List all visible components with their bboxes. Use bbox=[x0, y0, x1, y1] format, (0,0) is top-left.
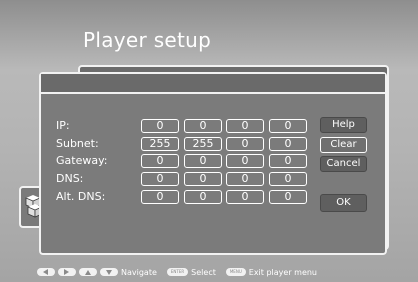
subnet-octet-4[interactable]: 0 bbox=[269, 137, 307, 151]
ok-button[interactable]: OK bbox=[320, 194, 367, 212]
gateway-label: Gateway: bbox=[56, 154, 108, 167]
ip-octet-1[interactable]: 0 bbox=[141, 119, 179, 133]
cancel-button[interactable]: Cancel bbox=[320, 156, 367, 172]
gateway-octet-1[interactable]: 0 bbox=[141, 154, 179, 168]
right-arrow-key-icon bbox=[58, 268, 76, 276]
subnet-octet-2[interactable]: 255 bbox=[184, 137, 222, 151]
navigate-hint: Navigate bbox=[121, 267, 157, 277]
select-hint: Select bbox=[191, 267, 216, 277]
alt-dns-octet-1[interactable]: 0 bbox=[141, 190, 179, 204]
alt-dns-octet-2[interactable]: 0 bbox=[184, 190, 222, 204]
help-button[interactable]: Help bbox=[320, 117, 367, 133]
exit-hint: Exit player menu bbox=[248, 267, 318, 277]
dns-octet-2[interactable]: 0 bbox=[184, 172, 222, 186]
subnet-label: Subnet: bbox=[56, 137, 99, 150]
gateway-octet-2[interactable]: 0 bbox=[184, 154, 222, 168]
clear-button[interactable]: Clear bbox=[320, 137, 367, 153]
subnet-octet-3[interactable]: 0 bbox=[226, 137, 264, 151]
ip-octet-2[interactable]: 0 bbox=[184, 119, 222, 133]
alt-dns-label: Alt. DNS: bbox=[56, 190, 106, 203]
ip-setup-panel: IP: 0 0 0 0 Subnet: 255 255 0 0 Gateway:… bbox=[39, 72, 387, 255]
panel-header bbox=[41, 74, 385, 94]
dns-label: DNS: bbox=[56, 172, 84, 185]
down-arrow-key-icon bbox=[100, 268, 118, 276]
left-arrow-key-icon bbox=[37, 268, 55, 276]
dns-octet-3[interactable]: 0 bbox=[226, 172, 264, 186]
page-title: Player setup bbox=[83, 28, 212, 52]
gateway-octet-4[interactable]: 0 bbox=[269, 154, 307, 168]
dns-octet-1[interactable]: 0 bbox=[141, 172, 179, 186]
alt-dns-octet-3[interactable]: 0 bbox=[226, 190, 264, 204]
up-arrow-key-icon bbox=[79, 268, 97, 276]
alt-dns-octet-4[interactable]: 0 bbox=[269, 190, 307, 204]
ip-label: IP: bbox=[56, 119, 70, 132]
ip-octet-4[interactable]: 0 bbox=[269, 119, 307, 133]
ip-octet-3[interactable]: 0 bbox=[226, 119, 264, 133]
gateway-octet-3[interactable]: 0 bbox=[226, 154, 264, 168]
menu-key-icon: MENU bbox=[225, 268, 246, 276]
footer-hints: Navigate ENTER Select MENU Exit player m… bbox=[37, 266, 317, 278]
subnet-octet-1[interactable]: 255 bbox=[141, 137, 179, 151]
dns-octet-4[interactable]: 0 bbox=[269, 172, 307, 186]
enter-key-icon: ENTER bbox=[166, 268, 189, 276]
